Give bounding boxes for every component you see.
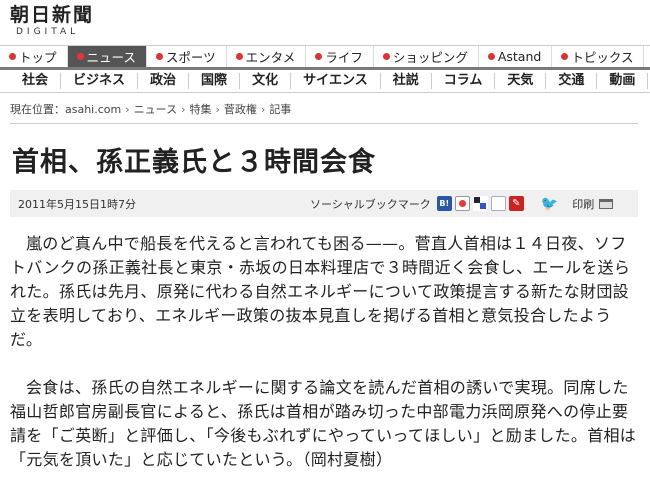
subnav-item[interactable]: 社会 — [0, 73, 62, 89]
livedoor-clip-icon[interactable] — [490, 196, 506, 211]
subnav-item[interactable]: 文化 — [240, 73, 292, 89]
printer-icon — [599, 198, 614, 209]
print-button[interactable]: 印刷 — [572, 196, 614, 212]
article-paragraph: 嵐のど真ん中で船長を代えると言われても困る——。菅直人首相は１４日夜、ソフトバン… — [10, 234, 631, 349]
nav-topics[interactable]: トピックス — [552, 45, 645, 68]
nav-label: Astand — [497, 49, 542, 64]
breadcrumb-link[interactable]: ニュース — [134, 101, 177, 117]
article-date: 2011年5月15日1時7分 — [18, 197, 136, 211]
breadcrumb-prefix: 現在位置： — [10, 103, 65, 116]
nav-top[interactable]: トップ — [0, 45, 68, 68]
nav-label: エンタメ — [245, 50, 296, 65]
breadcrumb-separator-icon: › — [125, 102, 130, 116]
article-body: 嵐のど真ん中で船長を代えると言われても困る——。菅直人首相は１４日夜、ソフトバン… — [10, 232, 638, 496]
article-title: 首相、孫正義氏と３時間会食 — [12, 147, 376, 178]
nav-label: スポーツ — [165, 50, 216, 65]
subnav-item[interactable]: 政治 — [138, 73, 190, 89]
main-nav: トップ ニュース スポーツ エンタメ ライフ ショッピング Astand トピックス — [0, 45, 650, 68]
nav-life[interactable]: ライフ — [306, 45, 374, 68]
breadcrumb-link[interactable]: 菅政権 — [224, 101, 257, 117]
breadcrumb-link[interactable]: asahi.com — [65, 103, 121, 116]
bullet-icon — [76, 53, 84, 60]
bullet-icon — [155, 53, 163, 60]
logo-sub-text: DIGITAL — [16, 27, 80, 37]
delicious-icon[interactable] — [472, 196, 488, 211]
subnav-item[interactable]: サイエンス — [291, 73, 381, 89]
nav-shopping[interactable]: ショッピング — [374, 45, 479, 68]
nav-astand[interactable]: Astand — [479, 45, 553, 68]
yahoo-bookmark-icon[interactable] — [454, 196, 470, 211]
article-paragraph: 会食は、孫氏の自然エネルギーに関する論文を読んだ首相の誘いで実現。同席した福山哲… — [10, 378, 637, 469]
bullet-icon — [315, 53, 323, 60]
subnav-item[interactable]: 社説 — [381, 73, 432, 89]
logo-main-text: 朝日新聞 — [10, 4, 95, 26]
nav-entame[interactable]: エンタメ — [227, 45, 307, 68]
nav-label: ライフ — [325, 50, 363, 65]
bullet-icon — [382, 53, 390, 60]
nav-label: ショッピング — [392, 50, 468, 65]
breadcrumb-separator-icon: › — [260, 102, 266, 116]
asahi-logo[interactable]: 朝日新聞 DIGITAL — [10, 4, 120, 42]
breadcrumb-link[interactable]: 特集 — [190, 101, 212, 117]
bullet-icon — [487, 53, 495, 60]
breadcrumb-separator-icon: › — [215, 102, 220, 116]
buzzurl-icon[interactable]: ✎ — [508, 196, 524, 211]
breadcrumb: 現在位置： asahi.com › ニュース › 特集 › 菅政権 › 記事 — [10, 100, 291, 118]
breadcrumb-separator-icon: › — [181, 102, 186, 116]
subnav-item[interactable]: 動画 — [597, 73, 649, 89]
nav-label: トピックス — [571, 50, 634, 65]
print-label: 印刷 — [572, 197, 595, 211]
bullet-icon — [561, 53, 569, 60]
subnav-item[interactable]: 天気 — [495, 73, 547, 89]
twitter-icon[interactable]: 🐦 — [541, 196, 558, 212]
nav-label: ニュース — [86, 50, 136, 65]
hatena-bookmark-icon[interactable]: B! — [436, 196, 452, 211]
nav-sports[interactable]: スポーツ — [147, 45, 227, 68]
nav-news[interactable]: ニュース — [67, 45, 147, 68]
breadcrumb-link: 記事 — [269, 103, 292, 116]
bullet-icon — [235, 53, 243, 60]
subnav-item[interactable]: 国際 — [189, 73, 241, 89]
nav-label: トップ — [19, 50, 57, 65]
sub-nav: 社会 ビジネス 政治 国際 文化 サイエンス 社説 コラム 天気 交通 動画 — [0, 67, 650, 93]
bullet-icon — [9, 53, 16, 60]
social-bookmark-label: ソーシャルブックマーク — [310, 197, 431, 211]
divider — [10, 123, 638, 124]
article-meta-bar: 2011年5月15日1時7分 ソーシャルブックマーク B! ✎ 🐦 印刷 — [10, 190, 638, 217]
subnav-item[interactable]: コラム — [432, 73, 496, 89]
subnav-item[interactable]: ビジネス — [61, 73, 139, 89]
subnav-item[interactable]: 交通 — [546, 73, 598, 89]
social-bookmarks: ソーシャルブックマーク B! ✎ 🐦 印刷 — [310, 190, 614, 217]
